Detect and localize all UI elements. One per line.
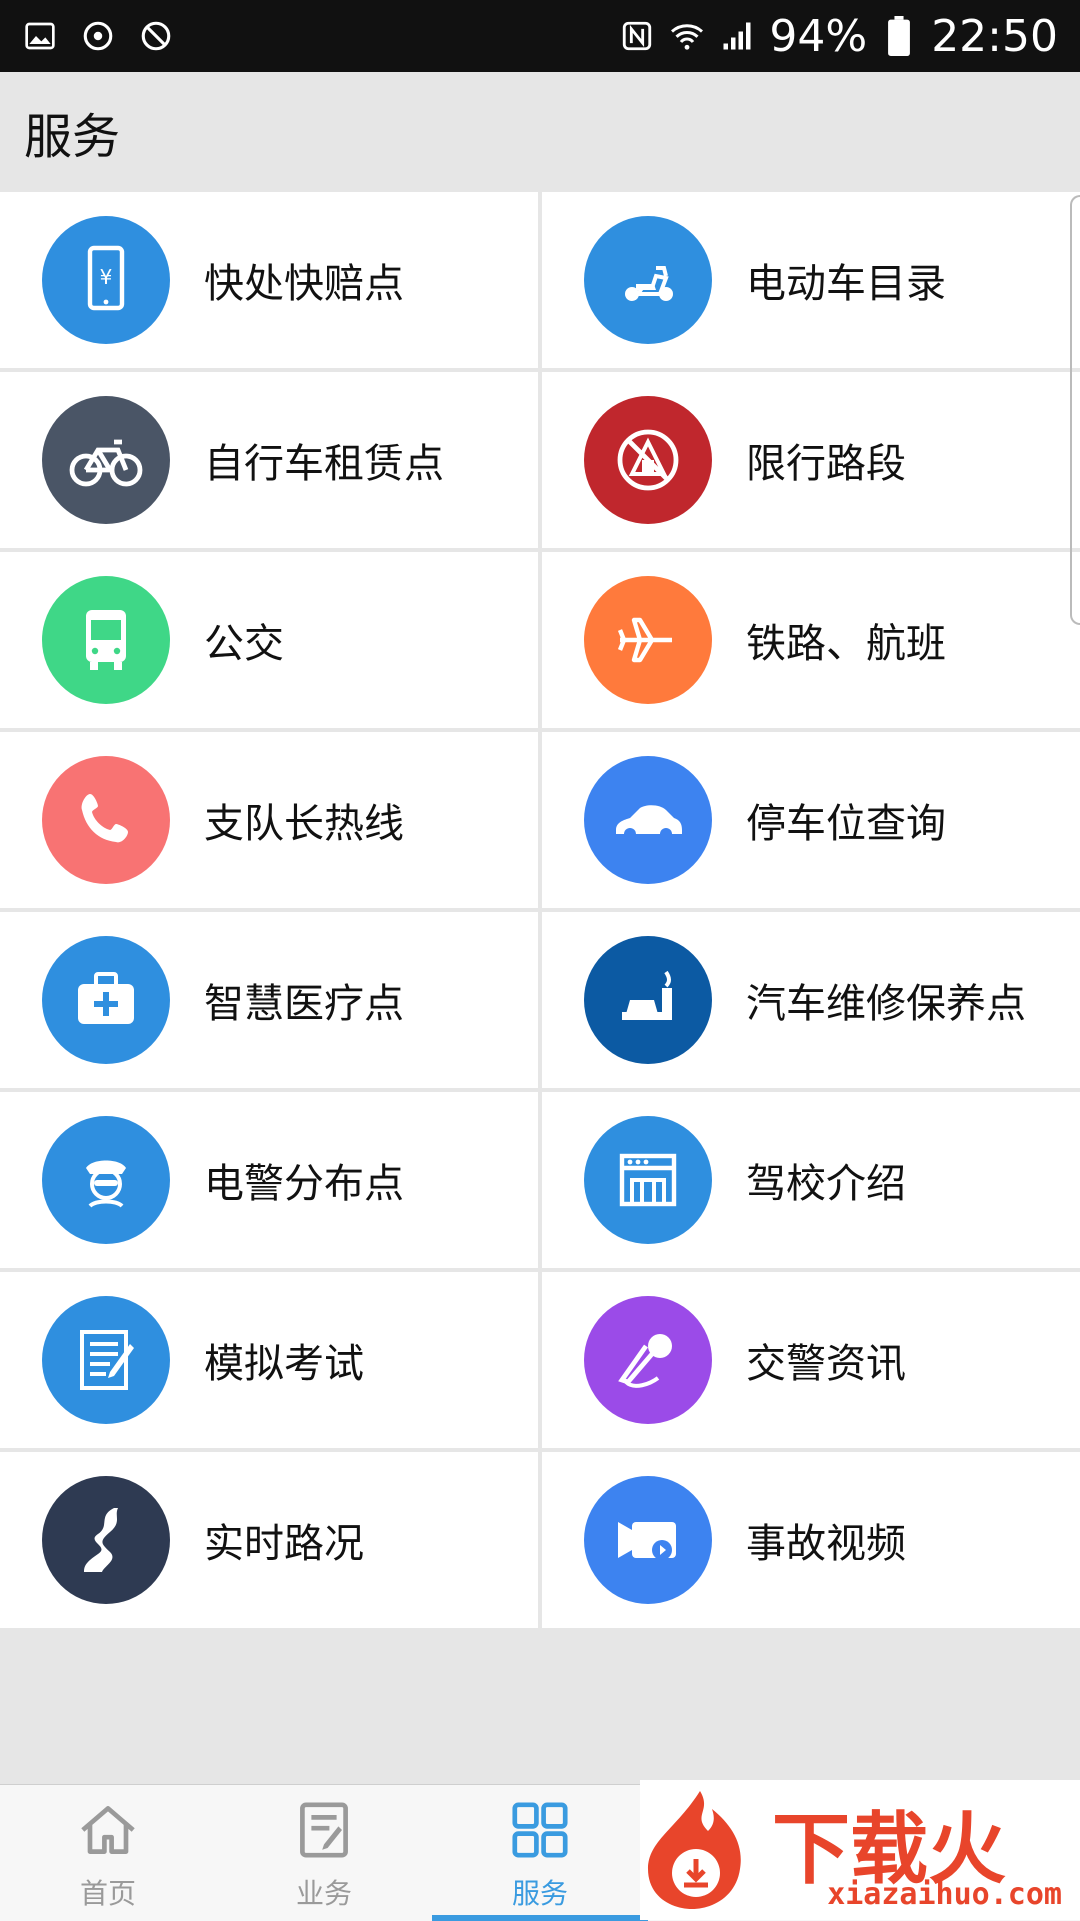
service-label: 公交 — [204, 621, 284, 667]
blocked-icon — [138, 18, 174, 54]
service-label: 快处快赔点 — [204, 261, 404, 307]
service-label: 支队长热线 — [204, 801, 404, 847]
service-label: 驾校介绍 — [746, 1161, 906, 1207]
home-icon — [81, 1806, 135, 1854]
status-bar: 94% 22:50 — [0, 0, 1080, 72]
service-label: 智慧医疗点 — [204, 981, 404, 1027]
tab-services[interactable]: 服务 — [432, 1785, 648, 1921]
service-item-accident-video[interactable]: 事故视频 — [542, 1452, 1080, 1628]
service-item-car-repair[interactable]: 汽车维修保养点 — [542, 912, 1080, 1088]
gallery-icon — [22, 18, 58, 54]
page-header: 服务 — [0, 72, 1080, 192]
business-doc-icon — [300, 1802, 348, 1858]
car-repair-icon — [584, 936, 712, 1064]
service-item-ebike-catalog[interactable]: 电动车目录 — [542, 192, 1080, 368]
service-item-medical-points[interactable]: 智慧医疗点 — [0, 912, 538, 1088]
battery-percent: 94% — [769, 10, 868, 62]
microphone-icon — [584, 1296, 712, 1424]
service-item-restricted-roads[interactable]: 限行路段 — [542, 372, 1080, 548]
service-item-police-news[interactable]: 交警资讯 — [542, 1272, 1080, 1448]
service-label: 事故视频 — [746, 1521, 906, 1567]
exam-paper-icon — [42, 1296, 170, 1424]
service-label: 交警资讯 — [746, 1341, 906, 1387]
service-label: 限行路段 — [746, 441, 906, 487]
service-item-captain-hotline[interactable]: 支队长热线 — [0, 732, 538, 908]
svg-text:¥: ¥ — [100, 265, 113, 289]
tab-label: 首页 — [79, 1877, 136, 1910]
medical-kit-icon — [42, 936, 170, 1064]
service-item-mock-exam[interactable]: 模拟考试 — [0, 1272, 538, 1448]
service-item-rail-flight[interactable]: 铁路、航班 — [542, 552, 1080, 728]
signal-icon — [719, 18, 755, 54]
service-label: 实时路况 — [204, 1521, 364, 1567]
school-building-icon — [584, 1116, 712, 1244]
nfc-icon — [619, 18, 655, 54]
watermark-url: xiazaihuo.com — [827, 1877, 1062, 1912]
flame-logo-icon — [648, 1791, 741, 1909]
service-label: 电警分布点 — [204, 1161, 404, 1207]
service-label: 电动车目录 — [746, 261, 946, 307]
service-item-live-traffic[interactable]: 实时路况 — [0, 1452, 538, 1628]
tab-label: 服务 — [511, 1877, 568, 1910]
clock: 22:50 — [931, 10, 1058, 62]
service-item-police-camera[interactable]: 电警分布点 — [0, 1092, 538, 1268]
service-label: 铁路、航班 — [746, 621, 946, 667]
bicycle-icon — [42, 396, 170, 524]
tab-home[interactable]: 首页 — [0, 1785, 216, 1921]
scooter-icon — [584, 216, 712, 344]
service-item-parking-search[interactable]: 停车位查询 — [542, 732, 1080, 908]
phone-icon — [42, 756, 170, 884]
service-label: 汽车维修保养点 — [746, 981, 1026, 1027]
restricted-road-icon — [584, 396, 712, 524]
service-item-driving-school[interactable]: 驾校介绍 — [542, 1092, 1080, 1268]
service-item-bus[interactable]: 公交 — [0, 552, 538, 728]
edge-scroll-indicator — [1070, 195, 1080, 625]
battery-icon — [881, 16, 917, 56]
police-icon — [42, 1116, 170, 1244]
phone-payment-icon: ¥ — [42, 216, 170, 344]
bus-icon — [42, 576, 170, 704]
page-title: 服务 — [24, 109, 121, 165]
service-label: 模拟考试 — [204, 1341, 364, 1387]
car-icon — [584, 756, 712, 884]
service-grid: ¥ 快处快赔点 电动车目录 自行车租赁点 限行路段 公交 铁路、航班 支队长热线… — [0, 192, 1080, 1628]
service-label: 自行车租赁点 — [204, 441, 444, 487]
service-label: 停车位查询 — [746, 801, 946, 847]
tab-label: 业务 — [295, 1877, 352, 1910]
sync-icon — [80, 18, 116, 54]
tab-business[interactable]: 业务 — [216, 1785, 432, 1921]
service-item-bike-rental[interactable]: 自行车租赁点 — [0, 372, 538, 548]
wifi-icon — [669, 18, 705, 54]
video-camera-icon — [584, 1476, 712, 1604]
grid-icon — [512, 1802, 568, 1858]
service-item-quick-claims[interactable]: ¥ 快处快赔点 — [0, 192, 538, 368]
airplane-icon — [584, 576, 712, 704]
watermark-logo: 下载火 xiazaihuo.com — [640, 1780, 1080, 1920]
winding-road-icon — [42, 1476, 170, 1604]
